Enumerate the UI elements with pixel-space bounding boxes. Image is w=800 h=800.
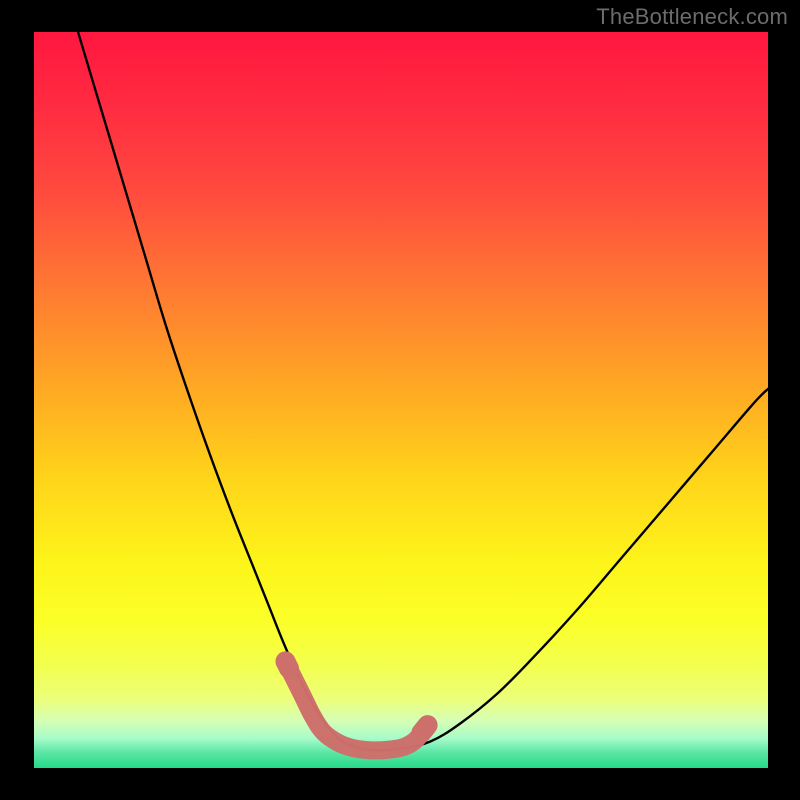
gradient-background (34, 32, 768, 768)
chart-svg (34, 32, 768, 768)
plot-area (34, 32, 768, 768)
outer-frame: TheBottleneck.com (0, 0, 800, 800)
watermark-text: TheBottleneck.com (596, 4, 788, 30)
